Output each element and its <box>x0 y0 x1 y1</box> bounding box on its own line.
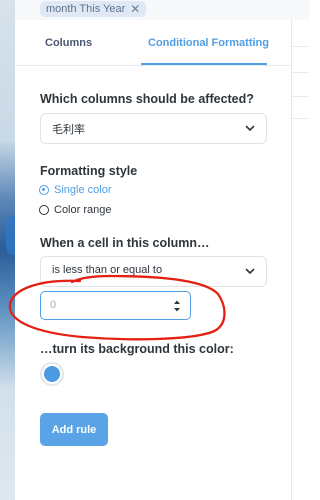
operator-select[interactable]: is less than or equal to <box>40 256 267 287</box>
number-stepper-icon[interactable] <box>173 299 181 313</box>
single-color-label: Single color <box>54 184 112 196</box>
table-divider <box>292 72 309 73</box>
radio-color-range[interactable]: Color range <box>39 204 111 216</box>
condition-label: When a cell in this column… <box>40 236 210 250</box>
table-divider <box>292 46 309 47</box>
radio-unselected-icon <box>39 205 49 215</box>
table-preview <box>292 20 309 500</box>
tab-columns[interactable]: Columns <box>45 37 92 49</box>
tab-conditional-formatting[interactable]: Conditional Formatting <box>148 37 269 49</box>
radio-single-color[interactable]: Single color <box>39 184 111 196</box>
filter-chip[interactable]: month This Year ✕ <box>40 1 147 17</box>
active-tab-indicator <box>141 63 267 65</box>
add-rule-button[interactable]: Add rule <box>40 413 108 446</box>
chevron-down-icon <box>245 125 255 131</box>
chevron-down-icon <box>245 268 255 274</box>
settings-panel: Columns Conditional Formatting Which col… <box>15 20 292 500</box>
threshold-input[interactable]: 0 <box>40 291 191 320</box>
threshold-value: 0 <box>50 299 57 311</box>
tab-bar: Columns Conditional Formatting <box>15 20 291 66</box>
radio-selected-icon <box>39 185 49 195</box>
filter-chip-label: month This Year <box>46 3 126 15</box>
background-color-label: …turn its background this color: <box>40 342 234 356</box>
table-divider <box>292 118 309 119</box>
table-divider <box>292 96 309 97</box>
formatting-style-label: Formatting style <box>40 164 138 178</box>
operator-select-value: is less than or equal to <box>52 264 163 276</box>
color-swatch-fill <box>44 366 60 382</box>
color-picker-swatch[interactable] <box>40 362 64 386</box>
column-select-value: 毛利率 <box>52 124 85 136</box>
column-select[interactable]: 毛利率 <box>40 113 267 144</box>
color-range-label: Color range <box>54 204 112 216</box>
affected-columns-label: Which columns should be affected? <box>40 92 254 106</box>
close-icon[interactable]: ✕ <box>130 1 140 17</box>
